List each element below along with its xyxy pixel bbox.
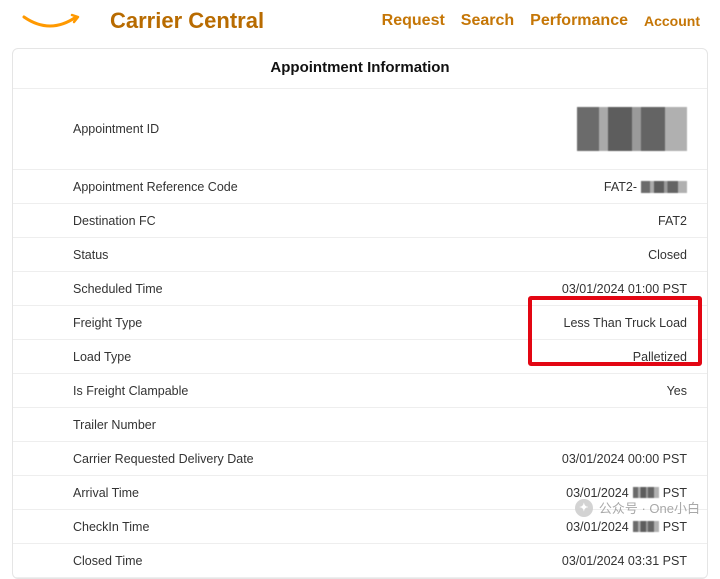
watermark: ✦ 公众号 · One小白 (575, 498, 700, 517)
value-status: Closed (648, 248, 687, 262)
amazon-smile-icon (20, 9, 80, 33)
label-clampable: Is Freight Clampable (73, 384, 188, 398)
row-status: Status Closed (13, 238, 707, 272)
row-ref-code: Appointment Reference Code FAT2- (13, 170, 707, 204)
label-trailer-number: Trailer Number (73, 418, 156, 432)
label-ref-code: Appointment Reference Code (73, 180, 238, 194)
nav-search[interactable]: Search (461, 12, 514, 30)
row-crdd: Carrier Requested Delivery Date 03/01/20… (13, 442, 707, 476)
label-scheduled-time: Scheduled Time (73, 282, 163, 296)
value-freight-type: Less Than Truck Load (564, 316, 687, 330)
nav: Request Search Performance Account (382, 12, 700, 30)
label-closed-time: Closed Time (73, 554, 142, 568)
value-destination-fc: FAT2 (658, 214, 687, 228)
nav-request[interactable]: Request (382, 12, 445, 30)
label-destination-fc: Destination FC (73, 214, 156, 228)
watermark-text: 公众号 · One小白 (599, 498, 700, 517)
label-appointment-id: Appointment ID (73, 122, 159, 136)
label-status: Status (73, 248, 108, 262)
row-closed-time: Closed Time 03/01/2024 03:31 PST (13, 544, 707, 578)
nav-performance[interactable]: Performance (530, 12, 628, 30)
value-checkin-time: 03/01/2024 PST (566, 520, 687, 534)
redacted-icon (633, 487, 659, 498)
value-ref-code: FAT2- (604, 180, 687, 194)
value-load-type: Palletized (633, 350, 687, 364)
value-scheduled-time: 03/01/2024 01:00 PST (562, 282, 687, 296)
row-clampable: Is Freight Clampable Yes (13, 374, 707, 408)
label-arrival-time: Arrival Time (73, 486, 139, 500)
redacted-icon (577, 107, 687, 151)
row-trailer-number: Trailer Number (13, 408, 707, 442)
value-clampable: Yes (667, 384, 687, 398)
panel-title: Appointment Information (13, 49, 707, 89)
label-freight-type: Freight Type (73, 316, 142, 330)
wechat-icon: ✦ (575, 499, 593, 517)
redacted-icon (633, 521, 659, 532)
row-freight-type: Freight Type Less Than Truck Load (13, 306, 707, 340)
value-appointment-id (577, 107, 687, 151)
row-load-type: Load Type Palletized (13, 340, 707, 374)
row-destination-fc: Destination FC FAT2 (13, 204, 707, 238)
label-checkin-time: CheckIn Time (73, 520, 149, 534)
value-crdd: 03/01/2024 00:00 PST (562, 452, 687, 466)
value-closed-time: 03/01/2024 03:31 PST (562, 554, 687, 568)
row-appointment-id: Appointment ID (13, 89, 707, 170)
nav-account[interactable]: Account (644, 13, 700, 29)
redacted-icon (641, 181, 687, 193)
row-scheduled-time: Scheduled Time 03/01/2024 01:00 PST (13, 272, 707, 306)
brand-title: Carrier Central (110, 8, 342, 34)
label-crdd: Carrier Requested Delivery Date (73, 452, 254, 466)
label-load-type: Load Type (73, 350, 131, 364)
header: Carrier Central Request Search Performan… (0, 0, 720, 42)
